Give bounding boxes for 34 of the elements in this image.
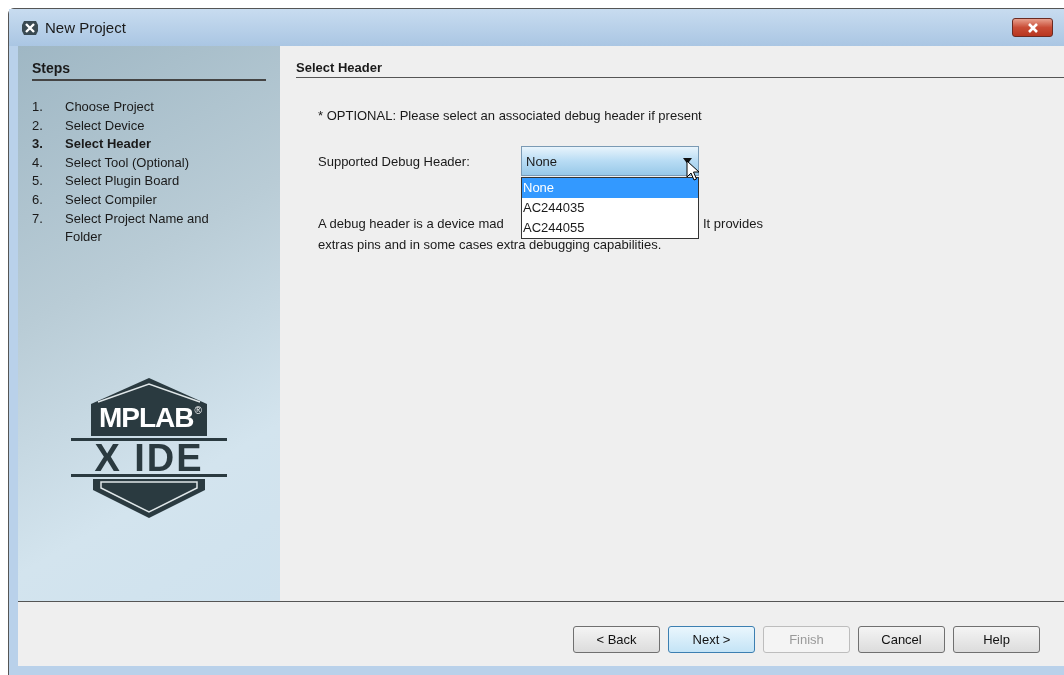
app-icon (21, 19, 39, 36)
step-number: 5. (32, 172, 44, 191)
dialog-button[interactable]: Help (953, 625, 1040, 653)
close-button[interactable] (1012, 18, 1053, 37)
step-number: 3. (32, 135, 44, 154)
step-label: Select Project Name and Folder (65, 209, 210, 247)
dialog-button[interactable]: < Back (573, 625, 660, 653)
step-number: 4. (32, 153, 44, 172)
window-title: New Project (45, 19, 126, 36)
description-text: It provides (703, 216, 763, 231)
logo-subtitle: X IDE (93, 440, 205, 476)
logo-text: MPLAB (99, 402, 194, 434)
step-number: 1. (32, 98, 44, 116)
step-number: 7. (32, 209, 44, 228)
dialog-button[interactable]: Next > (668, 625, 755, 653)
step-label: Choose Project (65, 98, 155, 116)
registered-mark: ® (194, 405, 202, 416)
step-label: Select Header (65, 135, 152, 154)
field-label: Supported Debug Header: (318, 153, 471, 169)
dropdown-option[interactable]: AC244055 (522, 218, 698, 238)
steps-heading: Steps (32, 60, 266, 81)
step-number: 6. (32, 190, 44, 209)
step-label: Select Plugin Board (65, 172, 181, 191)
dialog-button[interactable]: Cancel (858, 625, 945, 653)
step-label: Select Compiler (65, 190, 158, 209)
header-dropdown[interactable]: None (521, 146, 699, 176)
panel-heading: Select Header (296, 60, 1064, 78)
step-number: 2. (32, 116, 44, 135)
description-text: extras pins and in some cases extra debugging capabilities. (318, 237, 663, 252)
description-text: A debug header is a device mad (318, 216, 505, 231)
dropdown-option[interactable]: AC244035 (522, 198, 698, 218)
optional-note: * OPTIONAL: Please select an associated debug header if present (318, 108, 703, 123)
step-label: Select Device (65, 116, 146, 135)
step-label: Select Tool (Optional) (65, 153, 191, 172)
